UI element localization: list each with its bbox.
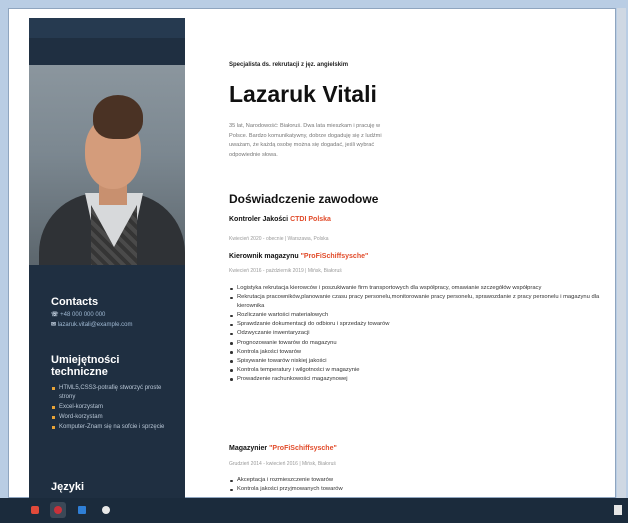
duty-item: Kontrola jakości przyjmowanych towarów [229, 485, 604, 494]
job-meta-3: Grudzień 2014 - kwiecień 2016 | Mińsk, B… [229, 461, 336, 467]
duty-item: Kontrola jakości towarów [229, 348, 604, 357]
cv-sidebar: Contacts ☏ +48 000 000 000 ✉ lazaruk.vit… [29, 18, 185, 498]
job-role: Kierownik magazynu [229, 253, 299, 260]
duties-list-3: Akceptacja i rozmieszczenie towarów Kont… [229, 476, 604, 494]
skills-section: Umiejętności techniczne HTML5,CSS3-potra… [51, 354, 179, 433]
skills-list: HTML5,CSS3-potrafię stworzyć proste stro… [51, 384, 179, 432]
show-desktop-icon[interactable] [614, 505, 622, 515]
languages-section: Języki [51, 481, 84, 493]
job-title-1: Kontroler Jakości CTDI Polska [229, 216, 331, 223]
phone-icon: ☏ [51, 312, 61, 318]
languages-title: Języki [51, 481, 85, 493]
duty-item: Sprawdzanie dokumentacji do odbioru i sp… [229, 320, 604, 329]
taskbar-app-icon[interactable] [27, 502, 43, 518]
skills-title-line1: Umiejętności [51, 354, 120, 366]
duty-item: Odzwyczanie inwentaryzacji [229, 329, 604, 338]
duty-item: Prognozowanie towarów do magazynu [229, 339, 604, 348]
duty-item: Kontrola temperatury i wilgotności w mag… [229, 366, 604, 375]
job-meta-2: Kwiecień 2016 - październik 2019 | Mińsk… [229, 268, 342, 274]
duty-item: Akceptacja i rozmieszczenie towarów [229, 476, 604, 485]
skills-title-line2: techniczne [51, 366, 108, 378]
browser-icon [54, 506, 62, 514]
app-icon [102, 506, 110, 514]
contacts-section: Contacts ☏ +48 000 000 000 ✉ lazaruk.vit… [51, 296, 133, 328]
app-icon [31, 506, 39, 514]
duty-item: Rozliczanie wartości materiałowych [229, 311, 604, 320]
contact-email-text: lazaruk.vitali@example.com [57, 322, 133, 328]
duty-item: Rekrutacja pracowników,planowanie czasu … [229, 293, 604, 311]
taskbar-vscode-icon[interactable] [74, 502, 90, 518]
job-role: Magazynier [229, 445, 268, 452]
taskbar [0, 498, 628, 523]
experience-heading: Doświadczenie zawodowe [229, 192, 379, 206]
person-name: Lazaruk Vitali [229, 81, 377, 107]
skill-item: Excel-korzystam [51, 403, 179, 412]
duty-item: Spisywanie towarów niskiej jakości [229, 357, 604, 366]
contacts-title: Contacts [51, 296, 99, 308]
duties-list-2: Logistyka rekrutacja kierowców i poszuki… [229, 284, 604, 384]
sidebar-header-band [29, 18, 185, 38]
intro-paragraph: 35 lat, Narodowość: Białoruś. Dwa lata m… [229, 123, 382, 158]
taskbar-browser-icon[interactable] [50, 502, 66, 518]
skill-item: Komputer-Znam się na sofcie i sprzęcie [51, 423, 179, 432]
duty-item: Logistyka rekrutacja kierowców i poszuki… [229, 284, 604, 293]
job-title-3: Magazynier "ProFiSchiffsysche" [229, 445, 337, 452]
vertical-scrollbar[interactable] [617, 8, 626, 498]
job-company: "ProFiSchiffsysche" [300, 253, 369, 260]
code-editor-icon [78, 506, 86, 514]
contact-phone-text: +48 000 000 000 [60, 312, 106, 318]
duty-item: Prowadzenie rachunkowości magazynowej [229, 375, 604, 384]
taskbar-files-icon[interactable] [98, 502, 114, 518]
job-title-2: Kierownik magazynu "ProFiSchiffsysche" [229, 253, 368, 260]
job-company: CTDI Polska [290, 216, 331, 223]
skill-item: HTML5,CSS3-potrafię stworzyć proste stro… [51, 384, 179, 402]
email-icon: ✉ [51, 322, 58, 328]
photo-hair [93, 95, 143, 139]
contact-email[interactable]: ✉ lazaruk.vitali@example.com [51, 321, 133, 328]
profile-photo [29, 65, 185, 265]
skill-item: Word-korzystam [51, 413, 179, 422]
contact-phone[interactable]: ☏ +48 000 000 000 [51, 311, 133, 318]
job-role: Kontroler Jakości [229, 216, 289, 223]
job-subtitle: Specjalista ds. rekrutacji z jęz. angiel… [229, 62, 349, 68]
job-company: "ProFiSchiffsysche" [269, 445, 337, 452]
job-meta-1: Kwiecień 2020 - obecnie | Warszawa, Pols… [229, 236, 329, 242]
